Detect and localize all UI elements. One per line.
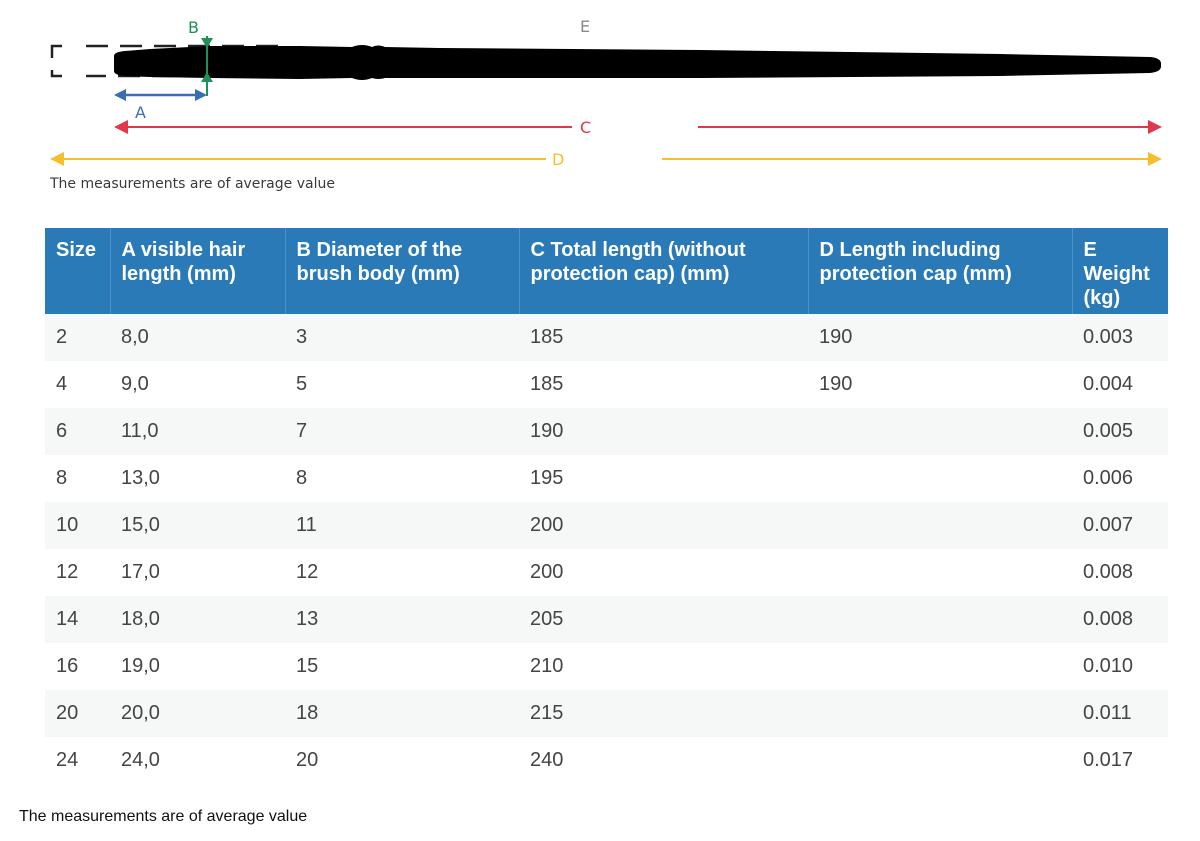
dimension-b-label: B — [188, 18, 199, 37]
brush-dimension-diagram: B A C D E — [50, 17, 1162, 169]
footer-note: The measurements are of average value — [19, 808, 308, 825]
table-row: 24 24,0 20 240 0.017 — [45, 737, 1168, 784]
cell-hair-length: 18,0 — [110, 596, 285, 643]
cell-total-length: 205 — [519, 596, 808, 643]
cell-length-with-cap — [808, 455, 1072, 502]
cell-weight: 0.005 — [1072, 408, 1168, 455]
cell-weight: 0.004 — [1072, 361, 1168, 408]
cell-weight: 0.006 — [1072, 455, 1168, 502]
dimension-c-arrow — [114, 120, 1162, 134]
cell-length-with-cap — [808, 737, 1072, 784]
cell-weight: 0.003 — [1072, 314, 1168, 361]
dimension-e-label: E — [580, 17, 590, 36]
table-row: 20 20,0 18 215 0.011 — [45, 690, 1168, 737]
cell-length-with-cap — [808, 596, 1072, 643]
dimension-a-label: A — [135, 103, 146, 122]
cell-size: 12 — [45, 549, 110, 596]
cell-total-length: 210 — [519, 643, 808, 690]
table-row: 8 13,0 8 195 0.006 — [45, 455, 1168, 502]
cell-weight: 0.008 — [1072, 549, 1168, 596]
table-row: 16 19,0 15 210 0.010 — [45, 643, 1168, 690]
cell-hair-length: 17,0 — [110, 549, 285, 596]
cell-total-length: 200 — [519, 502, 808, 549]
cell-weight: 0.017 — [1072, 737, 1168, 784]
cell-diameter: 8 — [285, 455, 519, 502]
cell-diameter: 11 — [285, 502, 519, 549]
table-row: 2 8,0 3 185 190 0.003 — [45, 314, 1168, 361]
header-diameter: B Diameter of the brush body (mm) — [285, 228, 520, 314]
cell-length-with-cap — [808, 549, 1072, 596]
cell-diameter: 3 — [285, 314, 519, 361]
cell-hair-length: 8,0 — [110, 314, 285, 361]
table-row: 14 18,0 13 205 0.008 — [45, 596, 1168, 643]
cell-length-with-cap: 190 — [808, 361, 1072, 408]
cell-diameter: 13 — [285, 596, 519, 643]
cell-size: 14 — [45, 596, 110, 643]
header-total-length: C Total length (without protection cap) … — [519, 228, 809, 314]
cell-total-length: 185 — [519, 361, 808, 408]
table-body: 2 8,0 3 185 190 0.003 4 9,0 5 185 190 0.004 6 11,0 7 19… — [45, 314, 1168, 784]
cell-weight: 0.010 — [1072, 643, 1168, 690]
dimension-d-arrow — [50, 152, 1162, 166]
cell-diameter: 12 — [285, 549, 519, 596]
brush-spec-table: Size A visible hair length (mm) B Diamet… — [45, 228, 1168, 784]
cell-length-with-cap — [808, 690, 1072, 737]
header-size: Size — [45, 228, 111, 314]
cell-diameter: 15 — [285, 643, 519, 690]
cell-total-length: 195 — [519, 455, 808, 502]
cell-diameter: 5 — [285, 361, 519, 408]
cell-diameter: 18 — [285, 690, 519, 737]
cell-weight: 0.008 — [1072, 596, 1168, 643]
cell-hair-length: 19,0 — [110, 643, 285, 690]
cell-total-length: 200 — [519, 549, 808, 596]
cell-hair-length: 20,0 — [110, 690, 285, 737]
table-row: 4 9,0 5 185 190 0.004 — [45, 361, 1168, 408]
dimension-c-label: C — [580, 118, 591, 137]
cell-hair-length: 9,0 — [110, 361, 285, 408]
cell-size: 16 — [45, 643, 110, 690]
dimension-a-arrow — [114, 89, 207, 101]
cell-length-with-cap: 190 — [808, 314, 1072, 361]
brush-silhouette — [114, 45, 1162, 80]
cell-weight: 0.007 — [1072, 502, 1168, 549]
cell-size: 2 — [45, 314, 110, 361]
header-hair-length: A visible hair length (mm) — [110, 228, 286, 314]
cell-hair-length: 13,0 — [110, 455, 285, 502]
cell-diameter: 7 — [285, 408, 519, 455]
header-length-with-cap: D Length including protection cap (mm) — [808, 228, 1073, 314]
cell-size: 10 — [45, 502, 110, 549]
cell-length-with-cap — [808, 643, 1072, 690]
header-weight: E Weight (kg) — [1072, 228, 1168, 314]
cell-size: 24 — [45, 737, 110, 784]
cell-size: 20 — [45, 690, 110, 737]
cell-size: 4 — [45, 361, 110, 408]
cell-hair-length: 11,0 — [110, 408, 285, 455]
cell-length-with-cap — [808, 502, 1072, 549]
dimension-d-label: D — [552, 150, 564, 169]
table-row: 10 15,0 11 200 0.007 — [45, 502, 1168, 549]
cell-length-with-cap — [808, 408, 1072, 455]
cell-weight: 0.011 — [1072, 690, 1168, 737]
cell-total-length: 190 — [519, 408, 808, 455]
cell-diameter: 20 — [285, 737, 519, 784]
table-row: 12 17,0 12 200 0.008 — [45, 549, 1168, 596]
table-header-row: Size A visible hair length (mm) B Diamet… — [45, 228, 1168, 314]
cell-total-length: 240 — [519, 737, 808, 784]
diagram-note: The measurements are of average value — [50, 176, 335, 192]
cell-size: 8 — [45, 455, 110, 502]
cell-total-length: 215 — [519, 690, 808, 737]
cell-size: 6 — [45, 408, 110, 455]
cell-hair-length: 15,0 — [110, 502, 285, 549]
table-row: 6 11,0 7 190 0.005 — [45, 408, 1168, 455]
cell-total-length: 185 — [519, 314, 808, 361]
cell-hair-length: 24,0 — [110, 737, 285, 784]
